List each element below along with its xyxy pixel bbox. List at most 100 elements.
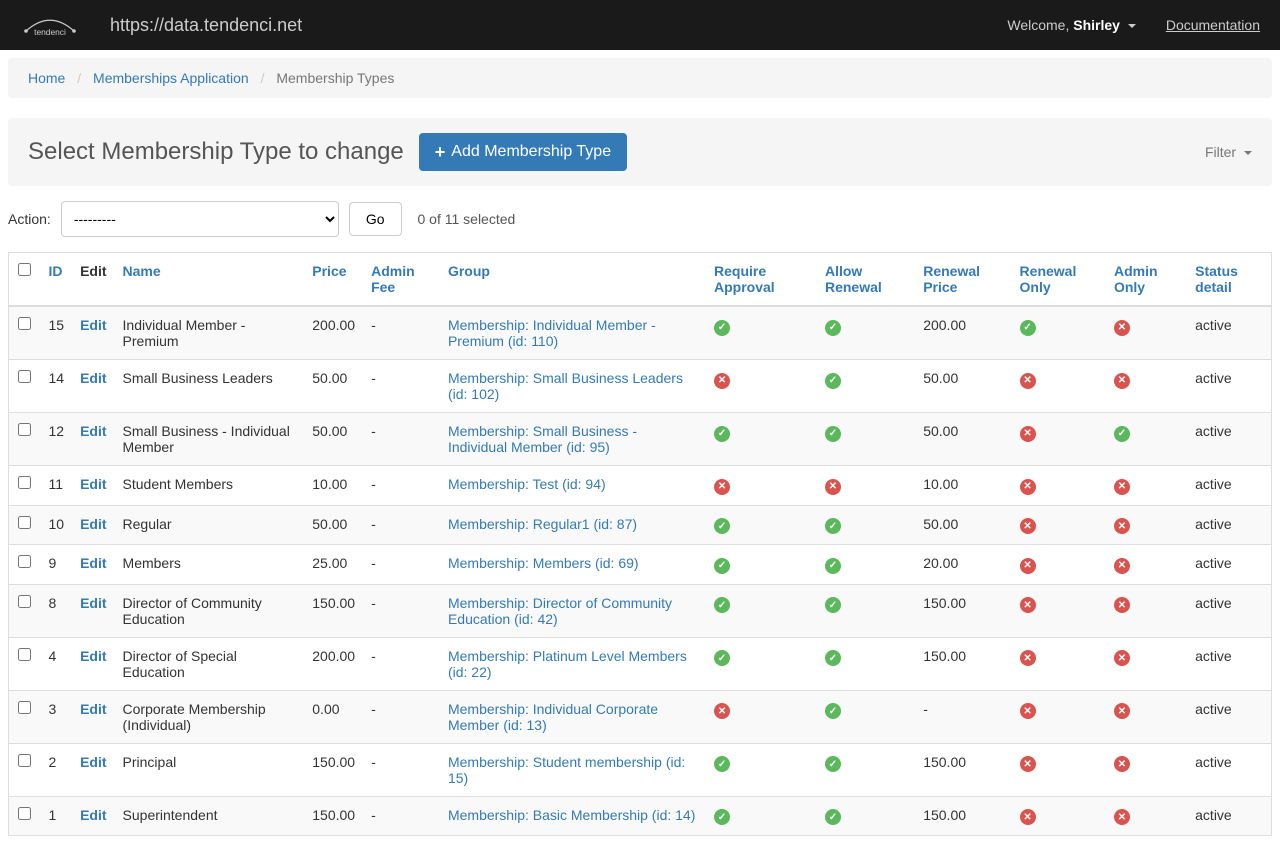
- col-price[interactable]: Price: [304, 253, 363, 307]
- cell-renewal-price: 50.00: [915, 505, 1011, 545]
- cell-renewal-only: [1012, 466, 1106, 506]
- row-select-checkbox[interactable]: [18, 317, 31, 330]
- group-link[interactable]: Membership: Individual Member - Premium …: [448, 317, 656, 349]
- cell-allow-renewal: [817, 505, 915, 545]
- cell-status: active: [1187, 637, 1271, 690]
- row-select-checkbox[interactable]: [18, 555, 31, 568]
- documentation-link[interactable]: Documentation: [1166, 17, 1260, 33]
- group-link[interactable]: Membership: Individual Corporate Member …: [448, 701, 658, 733]
- row-select-checkbox[interactable]: [18, 807, 31, 820]
- logo[interactable]: tendenci: [20, 13, 80, 37]
- edit-link[interactable]: Edit: [80, 555, 106, 571]
- group-link[interactable]: Membership: Student membership (id: 15): [448, 754, 685, 786]
- welcome-prefix: Welcome,: [1007, 17, 1073, 33]
- action-label: Action:: [8, 211, 51, 227]
- page-header: Select Membership Type to change + Add M…: [8, 118, 1272, 186]
- col-renewal-price[interactable]: Renewal Price: [915, 253, 1011, 307]
- col-id[interactable]: ID: [41, 253, 73, 307]
- row-select-checkbox[interactable]: [18, 516, 31, 529]
- edit-link[interactable]: Edit: [80, 648, 106, 664]
- col-admin-only[interactable]: Admin Only: [1106, 253, 1187, 307]
- edit-link[interactable]: Edit: [80, 476, 106, 492]
- action-select[interactable]: ---------: [61, 201, 339, 237]
- edit-link[interactable]: Edit: [80, 595, 106, 611]
- cell-allow-renewal: [817, 466, 915, 506]
- cell-id: 15: [41, 306, 73, 360]
- check-circle-icon: [714, 597, 730, 613]
- col-name[interactable]: Name: [115, 253, 305, 307]
- cell-id: 12: [41, 413, 73, 466]
- col-renewal-only[interactable]: Renewal Only: [1012, 253, 1106, 307]
- cell-id: 3: [41, 690, 73, 743]
- edit-link[interactable]: Edit: [80, 317, 106, 333]
- navbar: tendenci https://data.tendenci.net Welco…: [0, 0, 1280, 50]
- tendenci-logo-icon: tendenci: [20, 13, 80, 37]
- plus-icon: +: [435, 143, 446, 161]
- cell-allow-renewal: [817, 743, 915, 796]
- x-circle-icon: [1114, 650, 1130, 666]
- group-link[interactable]: Membership: Regular1 (id: 87): [448, 516, 637, 532]
- cell-price: 150.00: [304, 796, 363, 836]
- cell-status: active: [1187, 466, 1271, 506]
- row-select-checkbox[interactable]: [18, 595, 31, 608]
- edit-link[interactable]: Edit: [80, 423, 106, 439]
- check-circle-icon: [825, 373, 841, 389]
- cell-renewal-only: [1012, 584, 1106, 637]
- row-select-checkbox[interactable]: [18, 648, 31, 661]
- check-circle-icon: [825, 518, 841, 534]
- cell-admin-only: [1106, 306, 1187, 360]
- cell-renewal-price: 50.00: [915, 360, 1011, 413]
- select-all-checkbox[interactable]: [18, 263, 31, 276]
- action-bar: Action: --------- Go 0 of 11 selected: [8, 201, 1272, 237]
- check-circle-icon: [825, 320, 841, 336]
- group-link[interactable]: Membership: Basic Membership (id: 14): [448, 807, 695, 823]
- breadcrumb-app[interactable]: Memberships Application: [93, 70, 249, 86]
- col-admin-fee[interactable]: Admin Fee: [363, 253, 440, 307]
- check-circle-icon: [714, 320, 730, 336]
- group-link[interactable]: Membership: Members (id: 69): [448, 555, 639, 571]
- row-select-checkbox[interactable]: [18, 701, 31, 714]
- group-link[interactable]: Membership: Platinum Level Members (id: …: [448, 648, 687, 680]
- cell-require-approval: [706, 466, 817, 506]
- group-link[interactable]: Membership: Small Business - Individual …: [448, 423, 637, 455]
- edit-link[interactable]: Edit: [80, 370, 106, 386]
- cell-status: active: [1187, 796, 1271, 836]
- row-select-checkbox[interactable]: [18, 476, 31, 489]
- table-row: 12EditSmall Business - Individual Member…: [9, 413, 1272, 466]
- x-circle-icon: [1114, 597, 1130, 613]
- x-circle-icon: [1114, 703, 1130, 719]
- edit-link[interactable]: Edit: [80, 807, 106, 823]
- col-allow-renewal[interactable]: Allow Renewal: [817, 253, 915, 307]
- row-select-checkbox[interactable]: [18, 423, 31, 436]
- cell-admin-only: [1106, 584, 1187, 637]
- cell-allow-renewal: [817, 306, 915, 360]
- cell-admin-fee: -: [363, 743, 440, 796]
- user-menu[interactable]: Welcome, Shirley: [1007, 17, 1135, 33]
- cell-admin-only: [1106, 796, 1187, 836]
- group-link[interactable]: Membership: Director of Community Educat…: [448, 595, 672, 627]
- cell-require-approval: [706, 545, 817, 585]
- table-row: 15EditIndividual Member - Premium200.00-…: [9, 306, 1272, 360]
- add-button-label: Add Membership Type: [451, 143, 611, 161]
- col-status-detail[interactable]: Status detail: [1187, 253, 1271, 307]
- row-select-checkbox[interactable]: [18, 370, 31, 383]
- cell-allow-renewal: [817, 584, 915, 637]
- group-link[interactable]: Membership: Small Business Leaders (id: …: [448, 370, 683, 402]
- edit-link[interactable]: Edit: [80, 754, 106, 770]
- col-require-approval[interactable]: Require Approval: [706, 253, 817, 307]
- x-circle-icon: [825, 479, 841, 495]
- cell-id: 11: [41, 466, 73, 506]
- breadcrumb-home[interactable]: Home: [28, 70, 65, 86]
- edit-link[interactable]: Edit: [80, 701, 106, 717]
- table-row: 9EditMembers25.00-Membership: Members (i…: [9, 545, 1272, 585]
- go-button[interactable]: Go: [349, 202, 402, 236]
- group-link[interactable]: Membership: Test (id: 94): [448, 476, 606, 492]
- x-circle-icon: [1020, 558, 1036, 574]
- table-row: 1EditSuperintendent150.00-Membership: Ba…: [9, 796, 1272, 836]
- filter-toggle[interactable]: Filter: [1205, 144, 1252, 160]
- row-select-checkbox[interactable]: [18, 754, 31, 767]
- table-row: 14EditSmall Business Leaders50.00-Member…: [9, 360, 1272, 413]
- edit-link[interactable]: Edit: [80, 516, 106, 532]
- add-membership-type-button[interactable]: + Add Membership Type: [419, 133, 627, 171]
- col-group[interactable]: Group: [440, 253, 706, 307]
